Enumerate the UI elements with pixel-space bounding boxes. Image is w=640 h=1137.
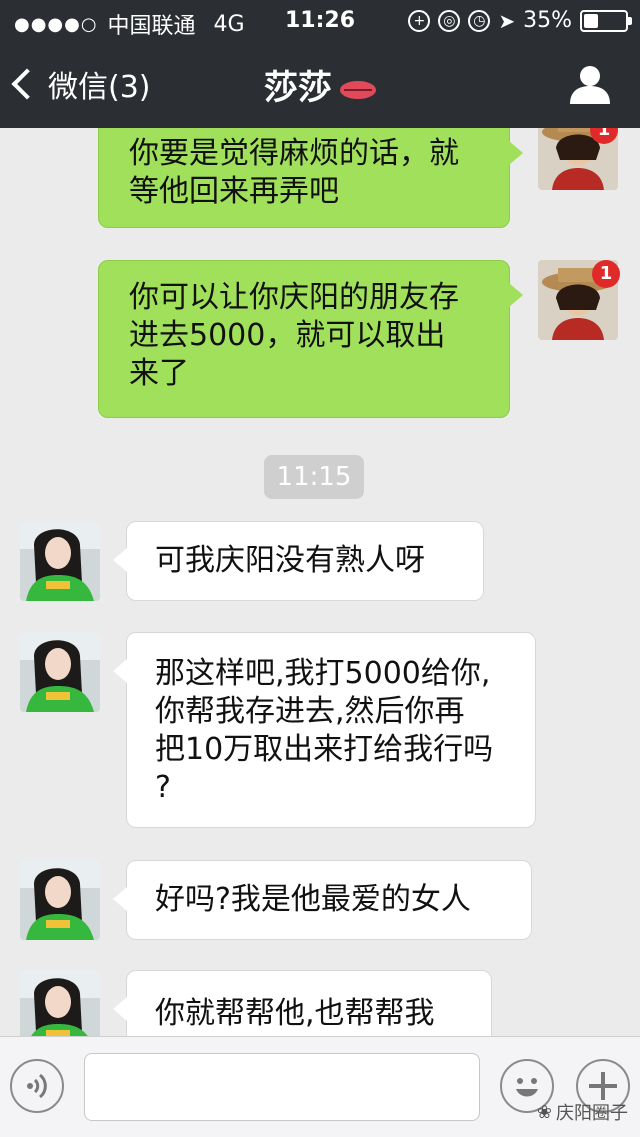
incoming-message[interactable]: 那这样吧,我打5000给你, 你帮我存进去,然后你再 把10万取出来打给我行吗 … (113, 632, 536, 828)
incoming-message[interactable]: 好吗?我是他最爱的女人 (113, 860, 532, 940)
contact-avatar[interactable] (20, 632, 100, 712)
contact-avatar[interactable] (20, 860, 100, 940)
chat-nav-bar: 微信(3) 莎莎 (0, 50, 640, 122)
profile-button[interactable] (568, 62, 612, 106)
message-line: ? (155, 770, 171, 805)
voice-icon (27, 1073, 47, 1099)
message-line: 那这样吧,我打5000给你, (155, 656, 491, 691)
lips-emoji-icon (340, 80, 376, 99)
message-line: 把10万取出来打给我行吗 (155, 732, 494, 767)
alarm-icon: ◷ (468, 9, 491, 32)
top-bar: ●●●●○ 中国联通 4G 11:26 + ◎ ◷ ➤ 35% 微信(3) 莎莎 (0, 0, 640, 128)
battery-percent: 35% (523, 8, 572, 33)
outgoing-message[interactable]: 你可以让你庆阳的朋友存 进去5000，就可以取出 来了 (98, 260, 523, 418)
status-bar: ●●●●○ 中国联通 4G 11:26 + ◎ ◷ ➤ 35% (0, 6, 640, 39)
wechat-logo-icon: ❀ (536, 1101, 552, 1123)
incoming-message[interactable]: 可我庆阳没有熟人呀 (113, 521, 484, 601)
outgoing-message[interactable]: 你要是觉得麻烦的话，就 等他回来再弄吧 (98, 128, 523, 228)
watermark: ❀ 庆阳圈子 (537, 1099, 628, 1125)
message-line: 你就帮帮他,也帮帮我 (155, 996, 435, 1031)
chat-messages[interactable]: 你要是觉得麻烦的话，就 等他回来再弄吧 1 你可以让你庆阳的朋友存 进去5000… (0, 128, 640, 1036)
contact-avatar[interactable] (20, 521, 100, 601)
message-line: 进去5000，就可以取出 (129, 318, 446, 353)
person-icon (570, 66, 610, 104)
incoming-message[interactable]: 你就帮帮他,也帮帮我 (113, 970, 492, 1036)
message-timestamp: 11:15 (264, 455, 364, 499)
rotation-lock-icon: ◎ (438, 9, 461, 32)
chat-title: 莎莎 (0, 60, 640, 109)
message-line: 等他回来再弄吧 (129, 174, 339, 209)
chat-input-bar: ❀ 庆阳圈子 (0, 1036, 640, 1137)
unread-badge: 1 (592, 260, 620, 288)
message-line: 你要是觉得麻烦的话，就 (129, 136, 459, 171)
location-arrow-icon: ➤ (498, 8, 516, 33)
contact-avatar[interactable] (20, 970, 100, 1036)
message-line: 好吗?我是他最爱的女人 (155, 882, 471, 917)
message-line: 可我庆阳没有熟人呀 (155, 543, 425, 578)
message-line: 你帮我存进去,然后你再 (155, 694, 465, 729)
voice-button[interactable] (10, 1059, 64, 1113)
message-input[interactable] (84, 1053, 480, 1121)
contact-name: 莎莎 (264, 68, 332, 108)
message-line: 你可以让你庆阳的朋友存 (129, 280, 459, 315)
message-line: 来了 (129, 356, 189, 391)
screen-lock-icon: + (408, 9, 431, 32)
watermark-text: 庆阳圈子 (556, 1103, 628, 1124)
battery-icon (580, 9, 632, 32)
